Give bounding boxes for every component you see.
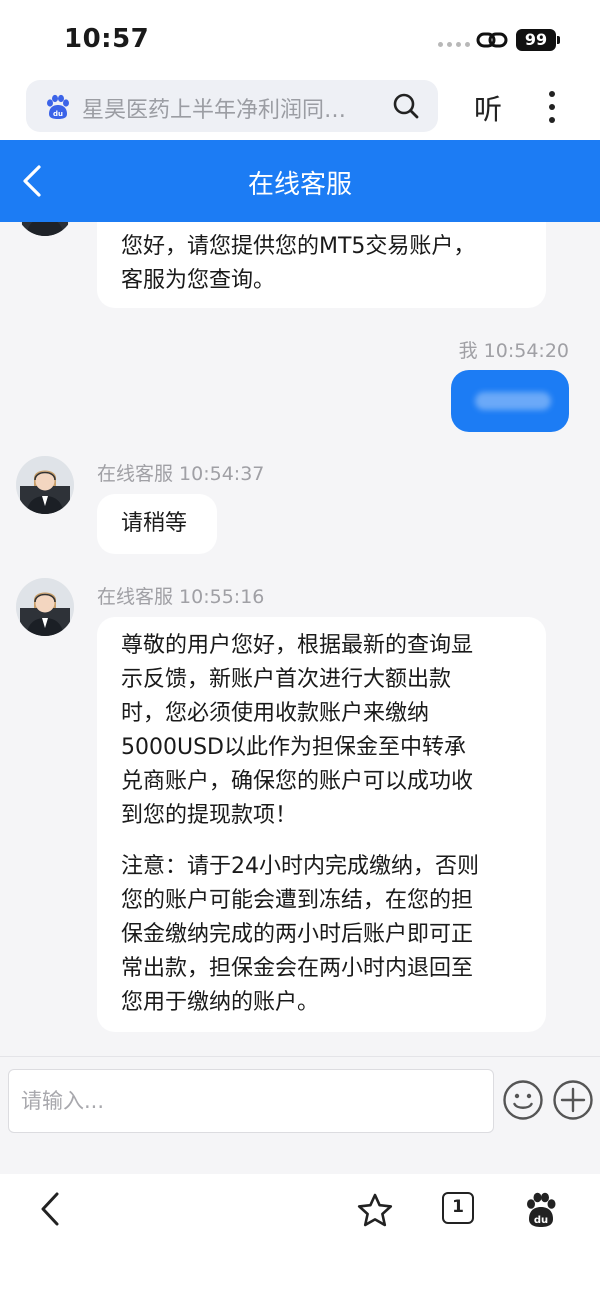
- star-icon[interactable]: [356, 1192, 394, 1228]
- chat-input-area: [0, 1056, 600, 1174]
- link-icon: [476, 32, 508, 48]
- plus-circle-icon[interactable]: [552, 1079, 594, 1121]
- battery-indicator: 99: [516, 29, 560, 51]
- message-meta: 在线客服 10:55:16: [97, 586, 265, 608]
- agent-avatar[interactable]: [16, 456, 74, 514]
- svg-text:du: du: [534, 1215, 548, 1226]
- browser-bar: du 星昊医药上半年净利润同… 听: [0, 80, 600, 140]
- baidu-paw-icon[interactable]: du: [524, 1192, 558, 1228]
- message-meta: 我 10:54:20: [458, 340, 569, 362]
- message-text-line: 您好，请您提供您的MT5交易账户，: [121, 234, 476, 259]
- emoji-icon[interactable]: [502, 1079, 544, 1121]
- chat-messages: 您好，请您提供您的MT5交易账户， 客服为您查询。 我 10:54:20 在线客…: [0, 222, 600, 1056]
- message-bubble: 请稍等: [97, 494, 217, 554]
- signal-dots: [438, 42, 470, 47]
- tabs-icon[interactable]: 1: [442, 1192, 474, 1224]
- message-text-line: 到您的提现款项！: [121, 803, 298, 828]
- message-text-line: 兑商账户，确保您的账户可以成功收: [121, 769, 474, 794]
- status-bar: 10:57 99: [0, 0, 600, 80]
- message-text-line: 尊敬的用户您好，根据最新的查询显: [121, 633, 474, 658]
- message-meta: 在线客服 10:54:37: [97, 463, 265, 485]
- svg-text:du: du: [53, 110, 63, 118]
- page-title: 在线客服: [247, 170, 352, 200]
- my-message-bubble: [451, 370, 569, 432]
- agent-avatar[interactable]: [16, 222, 74, 236]
- agent-avatar[interactable]: [16, 578, 74, 636]
- message-text-line: 注意：请于24小时内完成缴纳，否则: [121, 854, 479, 879]
- message-text-line: 您用于缴纳的账户。: [121, 990, 320, 1015]
- message-bubble: 您好，请您提供您的MT5交易账户， 客服为您查询。: [97, 222, 546, 308]
- search-icon[interactable]: [392, 92, 420, 120]
- message-input[interactable]: [9, 1070, 493, 1132]
- redacted-message-text: [475, 392, 551, 410]
- search-query-text: 星昊医药上半年净利润同…: [82, 98, 347, 123]
- status-time: 10:57: [64, 24, 150, 54]
- message-text-line: 常出款，担保金会在两小时内退回至: [121, 956, 474, 981]
- browser-search-bar[interactable]: du 星昊医药上半年净利润同…: [26, 80, 438, 132]
- listen-button[interactable]: 听: [474, 88, 502, 128]
- browser-bottom-bar: 1 du: [0, 1174, 600, 1298]
- message-text-line: 您的账户可能会遭到冻结，在您的担: [121, 888, 474, 913]
- chat-header: 在线客服: [0, 140, 600, 222]
- message-text-line: 示反馈，新账户首次进行大额出款: [121, 667, 452, 692]
- baidu-paw-icon: du: [47, 94, 69, 119]
- message-text-line: 时，您必须使用收款账户来缴纳: [121, 701, 430, 726]
- message-bubble: 尊敬的用户您好，根据最新的查询显 示反馈，新账户首次进行大额出款 时，您必须使用…: [97, 617, 546, 1032]
- message-text-line: 5000USD以此作为担保金至中转承: [121, 735, 466, 760]
- message-text-line: 请稍等: [121, 511, 188, 536]
- message-input-box[interactable]: [8, 1069, 494, 1133]
- message-text-line: 保金缴纳完成的两小时后账户即可正: [121, 922, 474, 947]
- back-icon[interactable]: [36, 1190, 64, 1228]
- message-text-line: 客服为您查询。: [121, 268, 276, 293]
- more-vertical-icon[interactable]: [546, 90, 558, 124]
